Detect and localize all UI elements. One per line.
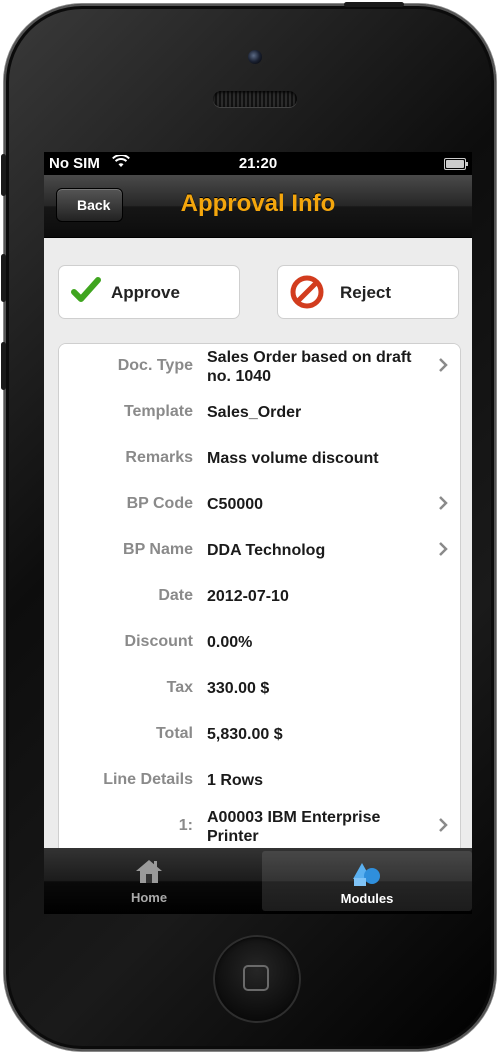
reject-button[interactable]: Reject bbox=[277, 265, 459, 319]
detail-value: DDA Technolog bbox=[207, 542, 326, 559]
detail-label: Discount bbox=[124, 633, 193, 650]
battery-icon bbox=[444, 158, 468, 170]
detail-row-tax: Tax 330.00 $ bbox=[59, 666, 460, 713]
approval-details-table: Doc. Type Sales Order based on draft no.… bbox=[58, 343, 461, 863]
navigation-bar: Back Approval Info bbox=[44, 175, 472, 238]
detail-value: 5,830.00 $ bbox=[207, 726, 283, 743]
detail-label: Remarks bbox=[125, 449, 193, 466]
detail-value: Mass volume discount bbox=[207, 450, 379, 467]
detail-value: Sales_Order bbox=[207, 404, 302, 421]
detail-label: Tax bbox=[166, 679, 193, 696]
prohibited-icon bbox=[290, 275, 324, 314]
approve-button[interactable]: Approve bbox=[58, 265, 240, 319]
detail-value: 1 Rows bbox=[207, 772, 264, 789]
detail-label: BP Code bbox=[126, 495, 193, 512]
checkmark-icon bbox=[71, 276, 101, 311]
detail-value: 0.00% bbox=[207, 634, 253, 651]
tab-label: Modules bbox=[340, 891, 394, 906]
chevron-right-icon bbox=[438, 817, 448, 833]
detail-row-line-details: Line Details 1 Rows bbox=[59, 758, 460, 805]
home-button[interactable] bbox=[213, 935, 301, 1023]
detail-row-discount: Discount 0.00% bbox=[59, 620, 460, 667]
approve-label: Approve bbox=[111, 283, 180, 302]
detail-label: Line Details bbox=[103, 771, 193, 788]
power-button bbox=[344, 2, 404, 7]
mute-switch bbox=[1, 154, 6, 196]
detail-row-doc-type[interactable]: Doc. Type Sales Order based on draft no.… bbox=[59, 344, 460, 391]
tab-bar: Home Modules bbox=[44, 848, 472, 914]
chevron-right-icon bbox=[438, 495, 448, 511]
detail-row-bp-code[interactable]: BP Code C50000 bbox=[59, 482, 460, 529]
chevron-right-icon bbox=[438, 357, 448, 373]
volume-up-button bbox=[1, 254, 6, 302]
detail-value: Sales Order based on draft no. 1040 bbox=[207, 349, 412, 385]
detail-row-template: Template Sales_Order bbox=[59, 390, 460, 437]
front-camera bbox=[248, 50, 262, 64]
status-time: 21:20 bbox=[238, 155, 278, 172]
detail-row-line-item[interactable]: 1: A00003 IBM Enterprise Printer bbox=[59, 804, 460, 851]
home-square-icon bbox=[243, 965, 269, 991]
detail-value: 330.00 $ bbox=[207, 680, 270, 697]
home-icon bbox=[135, 858, 163, 889]
earpiece-speaker bbox=[213, 91, 297, 107]
detail-label: Template bbox=[123, 403, 193, 420]
page-title: Approval Info bbox=[180, 190, 336, 217]
chevron-right-icon bbox=[438, 541, 448, 557]
modules-icon bbox=[352, 861, 382, 892]
detail-row-remarks: Remarks Mass volume discount bbox=[59, 436, 460, 483]
detail-row-bp-name[interactable]: BP Name DDA Technolog bbox=[59, 528, 460, 575]
detail-row-date: Date 2012-07-10 bbox=[59, 574, 460, 621]
detail-label: 1: bbox=[178, 817, 193, 834]
tab-home[interactable]: Home bbox=[44, 848, 254, 910]
approval-content: Approve Reject Doc. Type Sales Order bas… bbox=[44, 238, 472, 863]
detail-label: Doc. Type bbox=[117, 357, 193, 374]
detail-value: C50000 bbox=[207, 496, 264, 513]
tab-label: Home bbox=[130, 890, 168, 905]
tab-modules[interactable]: Modules bbox=[262, 851, 472, 911]
detail-label: Date bbox=[158, 587, 193, 604]
detail-label: BP Name bbox=[123, 541, 193, 558]
detail-row-total: Total 5,830.00 $ bbox=[59, 712, 460, 759]
volume-down-button bbox=[1, 342, 6, 390]
detail-label: Total bbox=[155, 725, 193, 742]
phone-screen: No SIM 21:20 Back Approval Info Approve … bbox=[44, 152, 472, 914]
status-bar: No SIM 21:20 bbox=[44, 152, 472, 175]
detail-value: A00003 IBM Enterprise Printer bbox=[207, 809, 381, 845]
reject-label: Reject bbox=[340, 283, 392, 302]
detail-value: 2012-07-10 bbox=[207, 588, 289, 605]
